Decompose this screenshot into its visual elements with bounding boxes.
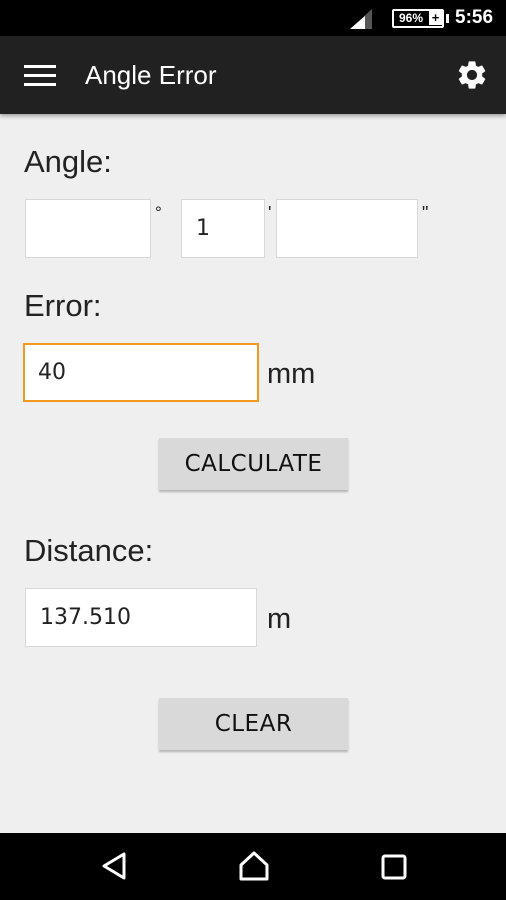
minutes-input[interactable]: 1	[181, 199, 265, 258]
app-title: Angle Error	[85, 60, 217, 90]
distance-unit: m	[267, 603, 292, 635]
app-bar: Angle Error	[0, 36, 506, 114]
status-bar: 96% + 5:56	[0, 0, 506, 36]
home-icon[interactable]	[238, 850, 270, 882]
degrees-symbol: °	[155, 203, 162, 222]
error-unit: mm	[267, 358, 316, 390]
status-time: 5:56	[455, 7, 494, 28]
gear-icon[interactable]	[455, 58, 489, 92]
battery-percent: 96%	[398, 11, 424, 25]
seconds-symbol: "	[422, 203, 429, 223]
battery-icon: 96% +	[392, 9, 449, 28]
minutes-symbol: '	[268, 203, 272, 223]
angle-label: Angle:	[24, 144, 112, 179]
hamburger-menu-icon[interactable]	[24, 65, 56, 87]
error-input[interactable]: 40	[23, 343, 259, 402]
distance-label: Distance:	[24, 533, 154, 568]
calculate-button[interactable]: CALCULATE	[159, 438, 348, 490]
seconds-input[interactable]	[276, 199, 418, 258]
clear-button[interactable]: CLEAR	[159, 698, 348, 750]
navigation-bar	[0, 833, 506, 900]
charging-icon: +	[429, 10, 442, 25]
signal-icon	[350, 9, 372, 29]
degrees-input[interactable]	[25, 199, 151, 258]
error-label: Error:	[24, 288, 102, 323]
distance-output[interactable]: 137.510	[25, 588, 257, 647]
recents-square-icon[interactable]	[381, 854, 407, 880]
back-triangle-icon[interactable]	[100, 851, 128, 881]
